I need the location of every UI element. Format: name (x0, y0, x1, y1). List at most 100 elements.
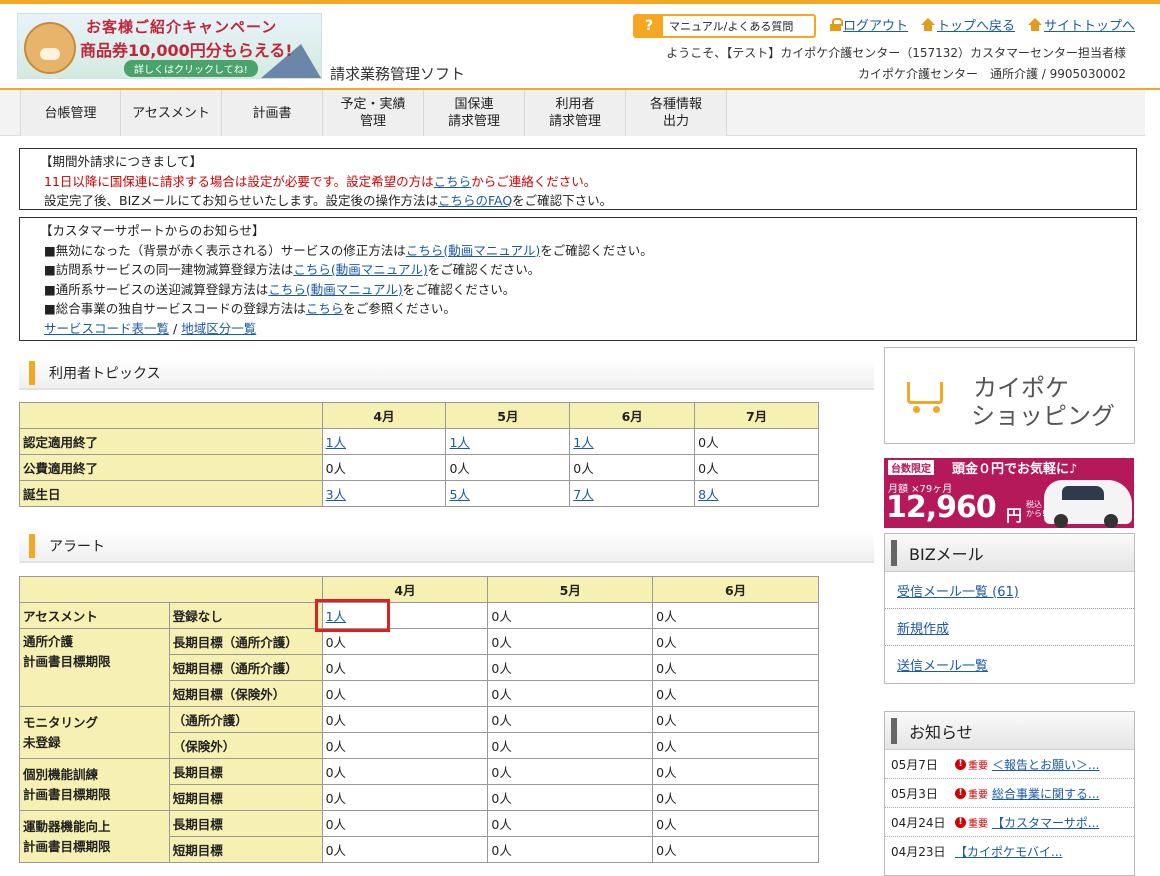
count-link[interactable]: 3人 (326, 487, 346, 502)
count-cell: 0人 (321, 680, 489, 707)
count-link[interactable]: 7人 (573, 487, 593, 502)
news-link[interactable]: 総合事業に関する... (992, 785, 1099, 802)
inbox-link[interactable]: 受信メール一覧 (61) (897, 581, 1019, 600)
news-link[interactable]: 【カイポケモバイ... (955, 843, 1062, 860)
video-manual-link[interactable]: こちら(動画マニュアル) (293, 262, 427, 277)
month-header: 5月 (487, 576, 654, 603)
logout-label[interactable]: ログアウト (843, 15, 908, 34)
count-cell: 0人 (652, 758, 819, 785)
count-cell: 0人 (321, 732, 489, 759)
support-notice-line: ■訪問系サービスの同一建物減算登録方法はこちら(動画マニュアル)をご確認ください… (44, 260, 1128, 280)
count-link[interactable]: 1人 (326, 435, 346, 450)
manual-faq-button[interactable]: ? マニュアル/よくある質問 (633, 14, 816, 38)
table-row: 認定適用終了 1人 1人 1人 0人 (19, 428, 819, 455)
support-notice-title: 【カスタマーサポートからのお知らせ】 (40, 223, 265, 238)
sub-label: 短期目標 (168, 784, 323, 811)
section-marker-icon (29, 361, 35, 385)
count-cell: 0人 (652, 680, 819, 707)
news-link[interactable]: ＜報告とお願い＞... (992, 756, 1099, 773)
count-link[interactable]: 8人 (698, 487, 718, 502)
table-row: モニタリング 未登録 （通所介護） 0人 0人 0人 (19, 706, 819, 759)
news-link[interactable]: 【カスタマーサポ... (992, 814, 1099, 831)
billing-notice-line2: 設定完了後、BIZメールにてお知らせいたします。設定後の操作方法はこちらのFAQ… (44, 191, 1128, 211)
count-cell: 0人 (487, 680, 654, 707)
news-date: 05月3日 (891, 786, 938, 801)
count-cell: 1人 (569, 428, 696, 455)
banner-line3: 詳しくはクリックしてね! (124, 60, 258, 77)
month-header: 4月 (321, 402, 447, 429)
count-cell: 0人 (321, 706, 489, 733)
count-cell: 0人 (569, 454, 696, 481)
row-label: 認定適用終了 (19, 428, 323, 455)
news-item: 04月24日 ! 重要 【カスタマーサポ... (885, 808, 1134, 837)
news-item: 05月7日 ! 重要 ＜報告とお願い＞... (885, 750, 1134, 779)
table-header-row: 4月 5月 6月 7月 (19, 402, 819, 429)
count-link[interactable]: 1人 (573, 435, 593, 450)
nav-item-schedule[interactable]: 予定・実績 管理 (323, 90, 424, 136)
count-cell: 0人 (321, 654, 489, 681)
service-code-table-link[interactable]: サービスコード表一覧 (44, 321, 169, 336)
sub-label: 短期目標 (168, 836, 323, 863)
car-ad-price: 12,960 (886, 490, 997, 525)
notice-text: をご確認ください。 (540, 242, 653, 258)
news-title: お知らせ (909, 722, 973, 742)
count-link[interactable]: 5人 (449, 487, 469, 502)
top-link[interactable]: トップへ戻る (921, 15, 1015, 34)
notice-text: ■訪問系サービスの同一建物減算登録方法は (44, 262, 294, 277)
campaign-banner[interactable]: お客様ご紹介キャンペーン 商品券10,000円分もらえる! 詳しくはクリックして… (17, 13, 322, 79)
top-label[interactable]: トップへ戻る (937, 15, 1015, 34)
group-label: 通所介護 計画書目標期限 (19, 628, 170, 707)
kaipoke-shopping-banner[interactable]: カイポケ ショッピング (884, 347, 1135, 444)
nav-item-ledger[interactable]: 台帳管理 (20, 90, 121, 136)
nav-label: 利用者 請求管理 (548, 97, 601, 129)
nav-item-assessment[interactable]: アセスメント (121, 90, 222, 136)
app-title: 請求業務管理ソフト (330, 65, 466, 83)
billing-notice-box: 【期間外請求につきまして】 11日以降に国保連に請求する場合は設定が必要です。設… (19, 148, 1137, 210)
site-top-link[interactable]: サイトトップへ (1028, 15, 1135, 34)
shop-line2: ショッピング (971, 402, 1115, 430)
count-cell: 0人 (487, 810, 654, 837)
count-cell: 0人 (652, 654, 819, 681)
notice-text: ■通所系サービスの送迎減算登録方法は (44, 281, 269, 297)
nav-item-user-billing[interactable]: 利用者 請求管理 (525, 90, 626, 136)
support-notice-line: ■総合事業の独自サービスコードの登録方法はこちらをご参照ください。 (44, 299, 1128, 319)
count-cell: 0人 (652, 602, 819, 629)
month-header: 6月 (569, 402, 696, 429)
nav-label: 各種情報 出力 (649, 97, 702, 129)
sent-link[interactable]: 送信メール一覧 (897, 655, 988, 674)
banner-line2: 商品券10,000円分もらえる! (80, 41, 293, 60)
compose-link[interactable]: 新規作成 (897, 618, 949, 637)
logout-link[interactable]: ログアウト (830, 15, 908, 34)
region-list-link[interactable]: 地域区分一覧 (181, 321, 256, 336)
table-row: 運動器機能向上 計画書目標期限 長期目標 0人 0人 0人 (19, 810, 819, 863)
nav-item-kokuhoren-billing[interactable]: 国保連 請求管理 (424, 90, 525, 136)
important-label: 重要 (968, 789, 988, 801)
table-row: アセスメント 登録なし 1人 0人 0人 (19, 599, 819, 632)
row-label: 誕生日 (19, 480, 323, 507)
banner-line1: お客様ご紹介キャンペーン (86, 18, 278, 36)
news-item: 04月23日 【カイポケモバイ... (885, 837, 1134, 866)
notice-text: ■無効になった（背景が赤く表示される）サービスの修正方法は (44, 242, 406, 258)
notice-text: からご連絡ください。 (471, 173, 597, 189)
site-top-label[interactable]: サイトトップへ (1044, 15, 1135, 34)
count-cell: 0人 (487, 732, 654, 759)
group-label: アセスメント (19, 602, 170, 629)
home-icon (921, 18, 935, 31)
nav-item-output[interactable]: 各種情報 出力 (626, 90, 727, 136)
contact-link[interactable]: こちら (434, 174, 472, 189)
count-link[interactable]: 1人 (449, 435, 469, 450)
biz-mail-panel: BIZメール 受信メール一覧 (61) 新規作成 送信メール一覧 (884, 533, 1135, 684)
nav-label: アセスメント (132, 105, 210, 121)
sub-label: 長期目標（通所介護） (168, 628, 323, 655)
car-lease-banner[interactable]: 台数限定 頭金０円でお気軽に♪ 月額 ×79ヶ月 12,960 円 税込 から! (884, 458, 1134, 528)
alerts-section-header: アラート (19, 531, 874, 563)
group-label: 個別機能訓練 計画書目標期限 (19, 758, 170, 811)
faq-link[interactable]: こちらのFAQ (438, 193, 512, 208)
video-manual-link[interactable]: こちら(動画マニュアル) (406, 243, 540, 258)
count-link[interactable]: 1人 (326, 609, 346, 624)
count-cell: 7人 (569, 480, 696, 507)
video-manual-link[interactable]: こちら(動画マニュアル) (268, 282, 402, 297)
nav-item-plan[interactable]: 計画書 (222, 90, 323, 136)
service-code-guide-link[interactable]: こちら (306, 301, 344, 316)
important-icon: ! (955, 758, 966, 770)
